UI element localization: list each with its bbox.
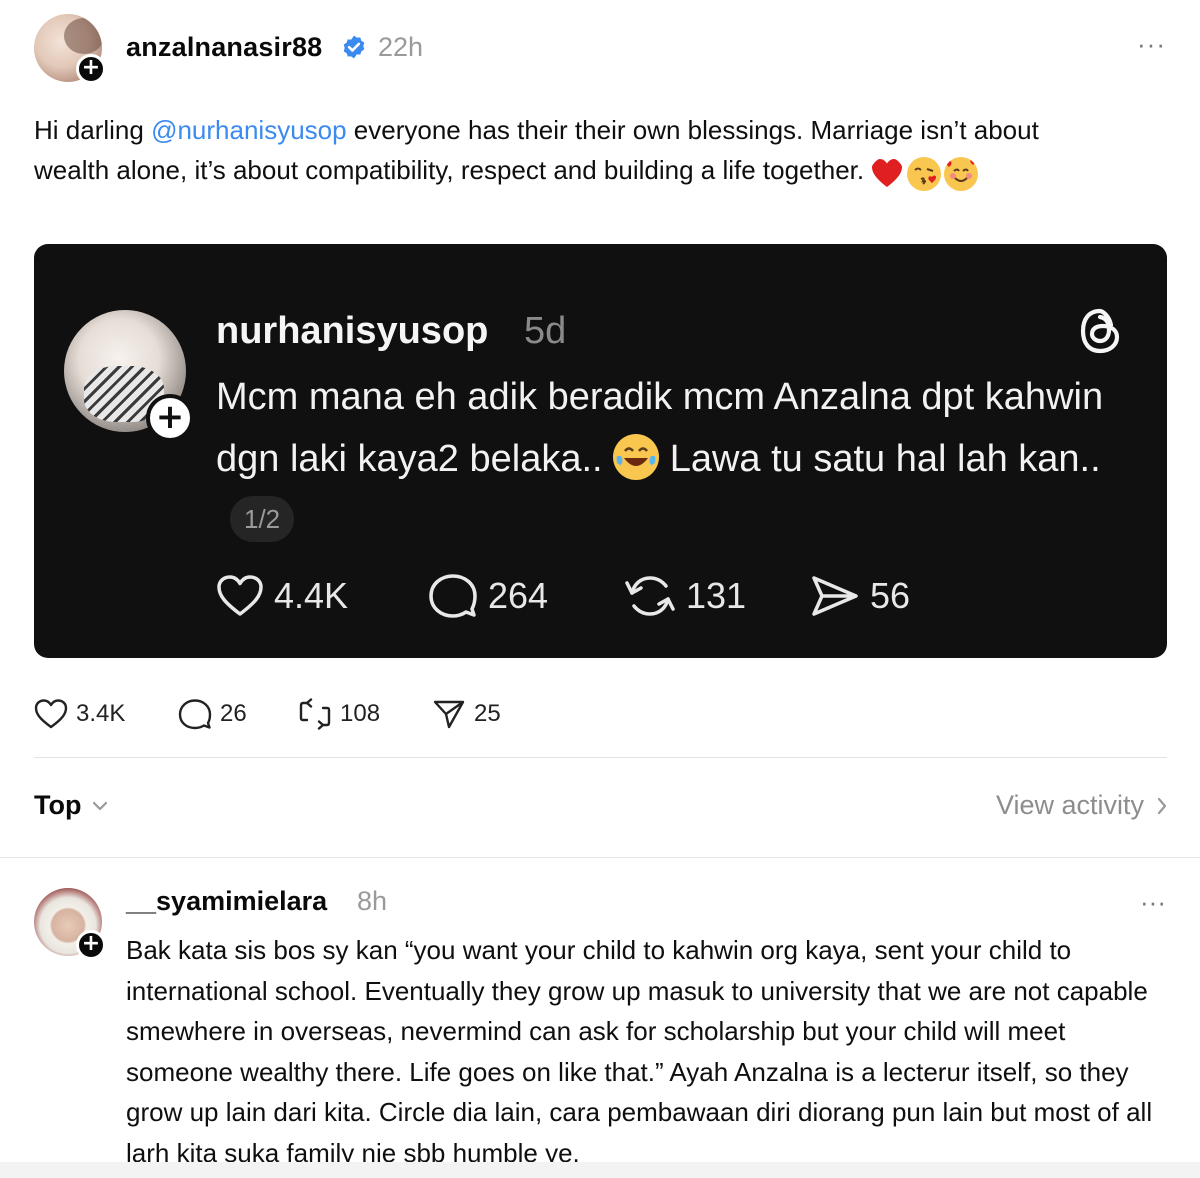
chevron-down-icon bbox=[93, 801, 108, 810]
like-button[interactable]: 3.4K bbox=[34, 696, 125, 732]
quoted-username[interactable]: nurhanisyusop bbox=[216, 310, 488, 353]
heart-emoji-icon bbox=[872, 159, 903, 188]
quoted-comment-button[interactable]: 264 bbox=[428, 574, 548, 618]
quoted-time: 5d bbox=[524, 310, 567, 352]
more-options-icon[interactable]: ··· bbox=[1137, 31, 1166, 57]
post-time: 22h bbox=[378, 32, 424, 62]
quoted-repost-button[interactable]: 131 bbox=[624, 574, 746, 618]
repost-count: 108 bbox=[340, 700, 381, 727]
quoted-post-card[interactable]: + nurhanisyusop 5d Mcm mana eh adik bera… bbox=[34, 244, 1167, 658]
comment-username[interactable]: __syamimielara bbox=[126, 886, 327, 917]
post-username[interactable]: anzalnanasir88 bbox=[126, 32, 322, 63]
like-count: 3.4K bbox=[76, 700, 126, 727]
chevron-right-icon bbox=[1157, 797, 1167, 814]
share-count: 25 bbox=[474, 700, 501, 727]
divider bbox=[0, 857, 1200, 858]
follow-plus-icon[interactable]: + bbox=[76, 54, 106, 84]
threads-logo-icon bbox=[1080, 308, 1120, 354]
quoted-like-button[interactable]: 4.4K bbox=[216, 574, 348, 618]
quoted-text-part2: Lawa tu satu hal lah kan.. bbox=[659, 438, 1101, 480]
mention-link[interactable]: @nurhanisyusop bbox=[151, 115, 347, 145]
comment-icon bbox=[178, 699, 212, 730]
quoted-repost-count: 131 bbox=[686, 575, 747, 616]
comment-text: Bak kata sis bos sy kan “you want your c… bbox=[126, 935, 1153, 1168]
comment-icon bbox=[429, 574, 477, 618]
comment-button[interactable]: 26 bbox=[178, 696, 247, 732]
emoji-row bbox=[870, 152, 981, 192]
laughing-tears-emoji-icon bbox=[613, 433, 660, 480]
comment-count: 26 bbox=[220, 700, 247, 727]
bottom-fade bbox=[0, 1162, 1200, 1178]
verified-badge-icon bbox=[343, 35, 365, 59]
view-activity-link[interactable]: View activity bbox=[996, 790, 1168, 821]
repost-button[interactable]: 108 bbox=[298, 696, 380, 732]
follow-plus-icon[interactable]: + bbox=[76, 930, 106, 960]
quoted-text: Mcm mana eh adik beradik mcm Anzalna dpt… bbox=[216, 366, 1136, 552]
quoted-like-count: 4.4K bbox=[274, 575, 349, 616]
follow-plus-icon[interactable]: + bbox=[146, 394, 194, 442]
post-text-start: Hi darling bbox=[34, 115, 152, 145]
comment-time: 8h bbox=[357, 886, 388, 916]
smiling-face-with-hearts-emoji-icon bbox=[944, 157, 979, 192]
quoted-share-count: 56 bbox=[870, 575, 911, 616]
sort-dropdown[interactable]: Top bbox=[34, 790, 109, 821]
heart-icon bbox=[217, 575, 263, 616]
heart-icon bbox=[34, 699, 68, 729]
post-header: + anzalnanasir88 22h ··· bbox=[34, 14, 1166, 84]
more-options-icon[interactable]: ··· bbox=[1140, 889, 1166, 915]
sort-label: Top bbox=[34, 790, 82, 820]
kissing-face-emoji-icon bbox=[907, 157, 942, 192]
view-activity-label: View activity bbox=[995, 790, 1144, 820]
send-icon bbox=[433, 700, 465, 729]
post-text: Hi darling @nurhanisyusop everyone has t… bbox=[34, 110, 1054, 192]
page-indicator: 1/2 bbox=[230, 495, 295, 542]
quoted-share-button[interactable]: 56 bbox=[810, 574, 910, 618]
send-icon bbox=[812, 576, 858, 616]
divider bbox=[34, 757, 1167, 758]
repost-icon bbox=[299, 698, 331, 730]
repost-icon bbox=[625, 576, 675, 616]
share-button[interactable]: 25 bbox=[432, 696, 501, 732]
quoted-comment-count: 264 bbox=[488, 575, 549, 616]
